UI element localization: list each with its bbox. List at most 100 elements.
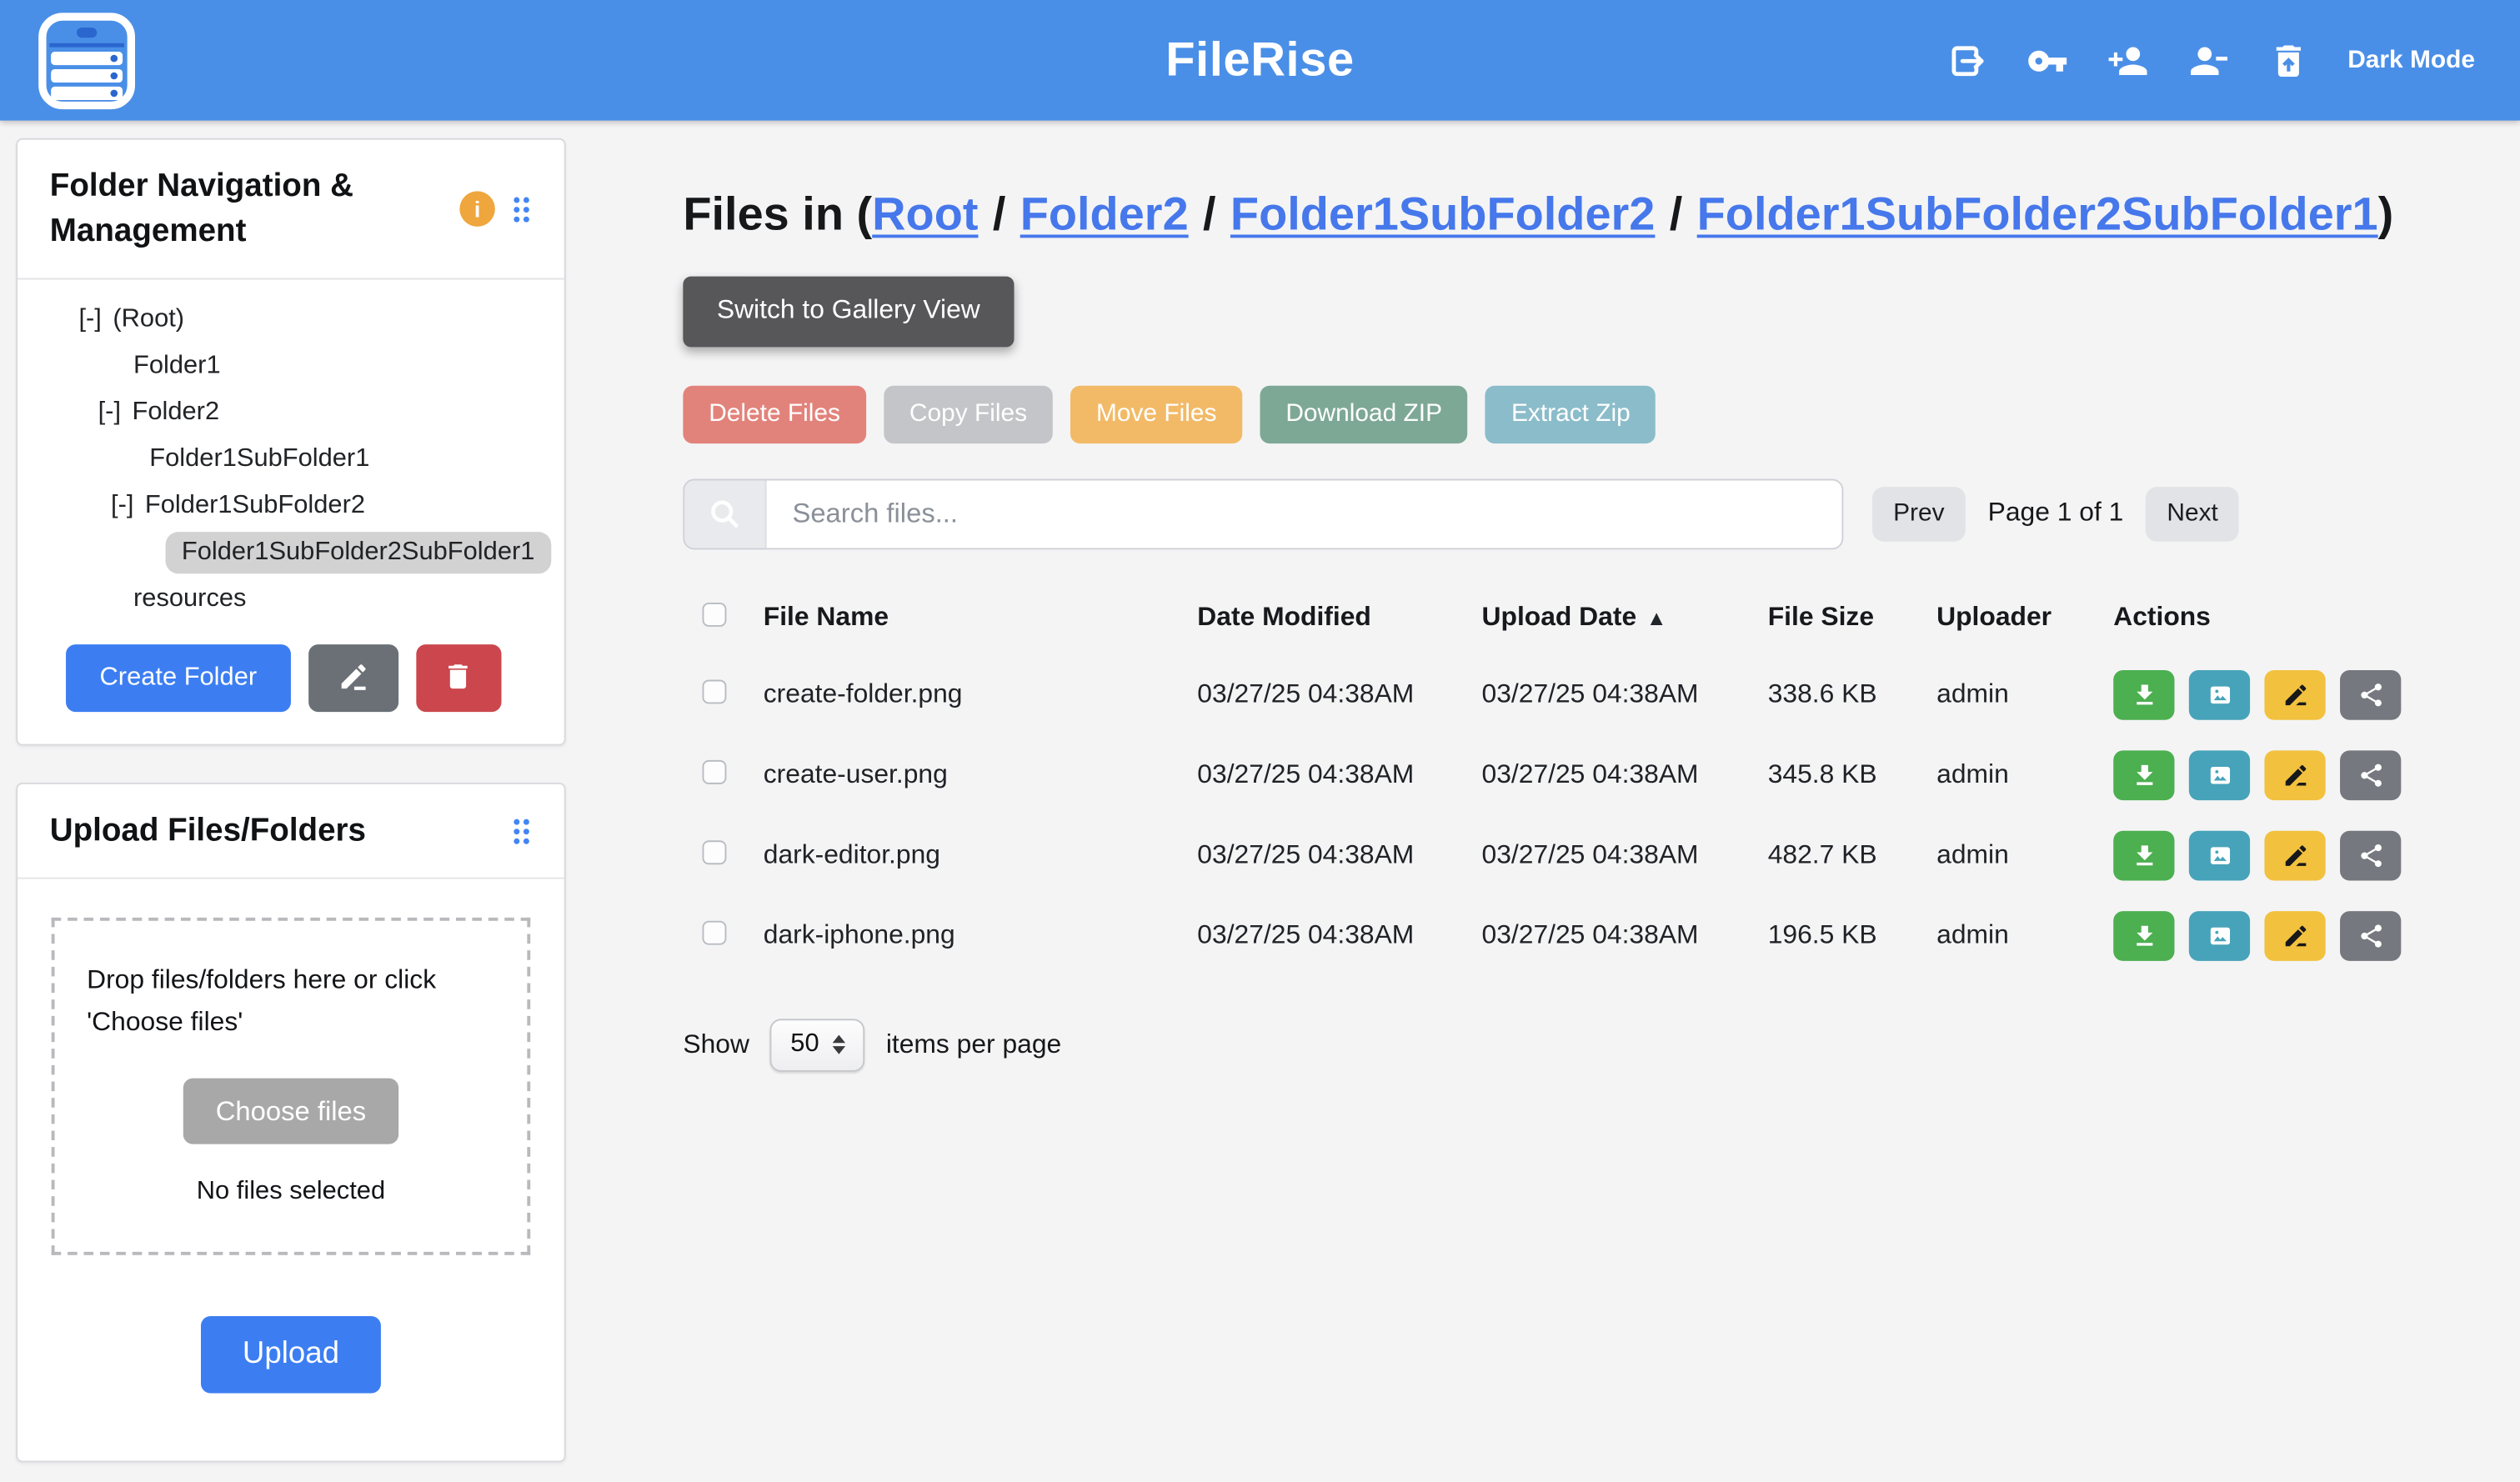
- search-and-pagination-row: Prev Page 1 of 1 Next: [683, 478, 2437, 549]
- tree-collapse-toggle[interactable]: [-]: [78, 304, 101, 333]
- tree-collapse-toggle[interactable]: [-]: [98, 398, 121, 427]
- remove-user-icon[interactable]: [2187, 38, 2230, 82]
- edit-file-button[interactable]: [2264, 671, 2325, 721]
- dropzone-text: Drop files/folders here or click 'Choose…: [87, 959, 495, 1043]
- breadcrumb-link-folder2[interactable]: Folder2: [1020, 190, 1189, 242]
- file-table-row: create-user.png 03/27/25 04:38AM 03/27/2…: [683, 736, 2437, 816]
- file-table-row: create-folder.png 03/27/25 04:38AM 03/27…: [683, 655, 2437, 735]
- add-user-icon[interactable]: [2107, 38, 2150, 82]
- tree-item-label[interactable]: Folder1SubFolder2SubFolder1: [166, 531, 551, 573]
- sort-ascending-icon: ▲: [1646, 606, 1667, 630]
- folder-tree-item[interactable]: [-] Folder1SubFolder2: [18, 482, 564, 528]
- tree-item-label[interactable]: Folder1SubFolder2: [145, 491, 365, 520]
- column-header-uploader[interactable]: Uploader: [1936, 603, 2113, 634]
- column-header-file-size[interactable]: File Size: [1768, 603, 1936, 634]
- preview-image-button[interactable]: [2189, 912, 2250, 962]
- row-checkbox[interactable]: [703, 920, 727, 944]
- top-header-bar: FileRise: [0, 0, 2520, 121]
- copy-files-button[interactable]: Copy Files: [884, 385, 1053, 443]
- share-file-button[interactable]: [2340, 671, 2401, 721]
- date-modified-cell: 03/27/25 04:38AM: [1197, 761, 1481, 792]
- tree-item-label[interactable]: Folder1: [133, 351, 221, 380]
- edit-file-button[interactable]: [2264, 831, 2325, 881]
- tree-item-label[interactable]: resources: [133, 584, 246, 613]
- uploader-cell: admin: [1936, 921, 2113, 952]
- select-all-checkbox[interactable]: [703, 603, 727, 627]
- upload-button[interactable]: Upload: [201, 1316, 381, 1394]
- download-file-button[interactable]: [2113, 671, 2174, 721]
- create-folder-button[interactable]: Create Folder: [66, 644, 291, 712]
- logout-icon[interactable]: [1946, 38, 1989, 82]
- folder-tree-item[interactable]: Folder1SubFolder1: [18, 435, 564, 482]
- delete-files-button[interactable]: Delete Files: [683, 385, 865, 443]
- share-file-button[interactable]: [2340, 751, 2401, 801]
- folder-tree-item[interactable]: Folder1SubFolder2SubFolder1: [18, 528, 564, 575]
- column-header-date-modified[interactable]: Date Modified: [1197, 603, 1481, 634]
- edit-file-button[interactable]: [2264, 912, 2325, 962]
- main-content: Files in (Root/Folder2/Folder1SubFolder2…: [683, 156, 2437, 1072]
- upload-date-cell: 03/27/25 04:38AM: [1482, 680, 1768, 711]
- move-files-button[interactable]: Move Files: [1070, 385, 1242, 443]
- tree-item-label[interactable]: Folder1SubFolder1: [149, 444, 369, 473]
- breadcrumb-prefix: Files in (: [683, 190, 872, 242]
- file-size-cell: 338.6 KB: [1768, 680, 1936, 711]
- download-file-button[interactable]: [2113, 751, 2174, 801]
- row-checkbox[interactable]: [703, 679, 727, 703]
- breadcrumb-link-subfolder2subfolder1[interactable]: Folder1SubFolder2SubFolder1: [1697, 190, 2378, 242]
- edit-file-button[interactable]: [2264, 751, 2325, 801]
- folder-tree-item[interactable]: [-] (Root): [18, 296, 564, 343]
- uploader-cell: admin: [1936, 841, 2113, 872]
- tree-item-label[interactable]: (Root): [113, 304, 184, 333]
- search-icon: [684, 480, 766, 548]
- file-name-cell[interactable]: dark-editor.png: [764, 841, 1198, 872]
- column-header-file-name[interactable]: File Name: [764, 603, 1198, 634]
- download-file-button[interactable]: [2113, 912, 2174, 962]
- row-checkbox[interactable]: [703, 760, 727, 784]
- info-icon[interactable]: i: [459, 191, 494, 226]
- no-files-selected-text: No files selected: [87, 1178, 495, 1207]
- select-spinner-icon: [832, 1035, 844, 1054]
- folder-tree-item[interactable]: resources: [18, 575, 564, 622]
- download-zip-button[interactable]: Download ZIP: [1260, 385, 1467, 443]
- breadcrumb-link-root[interactable]: Root: [872, 190, 978, 242]
- download-file-button[interactable]: [2113, 831, 2174, 881]
- drag-handle-icon[interactable]: [511, 193, 532, 224]
- pagination: Prev Page 1 of 1 Next: [1872, 487, 2239, 542]
- dark-mode-toggle[interactable]: Dark Mode: [2347, 46, 2475, 75]
- folder-tree-item[interactable]: [-] Folder2: [18, 389, 564, 436]
- file-dropzone[interactable]: Drop files/folders here or click 'Choose…: [52, 918, 531, 1255]
- share-file-button[interactable]: [2340, 831, 2401, 881]
- switch-gallery-view-button[interactable]: Switch to Gallery View: [683, 276, 1014, 347]
- rename-folder-button[interactable]: [308, 644, 398, 712]
- restore-trash-icon[interactable]: [2267, 38, 2311, 82]
- prev-page-button[interactable]: Prev: [1872, 487, 1966, 542]
- folder-tree-item[interactable]: Folder1: [18, 343, 564, 389]
- row-checkbox[interactable]: [703, 840, 727, 864]
- breadcrumb-link-subfolder2[interactable]: Folder1SubFolder2: [1230, 190, 1655, 242]
- preview-image-button[interactable]: [2189, 671, 2250, 721]
- row-actions: [2113, 671, 2437, 721]
- file-size-cell: 345.8 KB: [1768, 761, 1936, 792]
- items-per-page-select[interactable]: 50: [770, 1019, 865, 1072]
- upload-date-cell: 03/27/25 04:38AM: [1482, 841, 1768, 872]
- choose-files-button[interactable]: Choose files: [183, 1079, 398, 1144]
- preview-image-button[interactable]: [2189, 831, 2250, 881]
- breadcrumb-separator: /: [993, 190, 1006, 242]
- file-name-cell[interactable]: dark-iphone.png: [764, 921, 1198, 952]
- drag-handle-icon[interactable]: [511, 815, 532, 846]
- next-page-button[interactable]: Next: [2146, 487, 2239, 542]
- sidebar: Folder Navigation & Management i [-] (Ro…: [16, 138, 565, 1463]
- tree-collapse-toggle[interactable]: [-]: [111, 491, 133, 520]
- extract-zip-button[interactable]: Extract Zip: [1485, 385, 1656, 443]
- search-input[interactable]: [767, 480, 1842, 548]
- share-file-button[interactable]: [2340, 912, 2401, 962]
- preview-image-button[interactable]: [2189, 751, 2250, 801]
- file-name-cell[interactable]: create-folder.png: [764, 680, 1198, 711]
- upload-card-header: Upload Files/Folders: [18, 784, 564, 879]
- tree-item-label[interactable]: Folder2: [133, 398, 220, 427]
- key-icon[interactable]: [2027, 38, 2070, 82]
- column-header-upload-date[interactable]: Upload Date▲: [1482, 603, 1768, 634]
- file-name-cell[interactable]: create-user.png: [764, 761, 1198, 792]
- delete-folder-button[interactable]: [416, 644, 501, 712]
- file-size-cell: 482.7 KB: [1768, 841, 1936, 872]
